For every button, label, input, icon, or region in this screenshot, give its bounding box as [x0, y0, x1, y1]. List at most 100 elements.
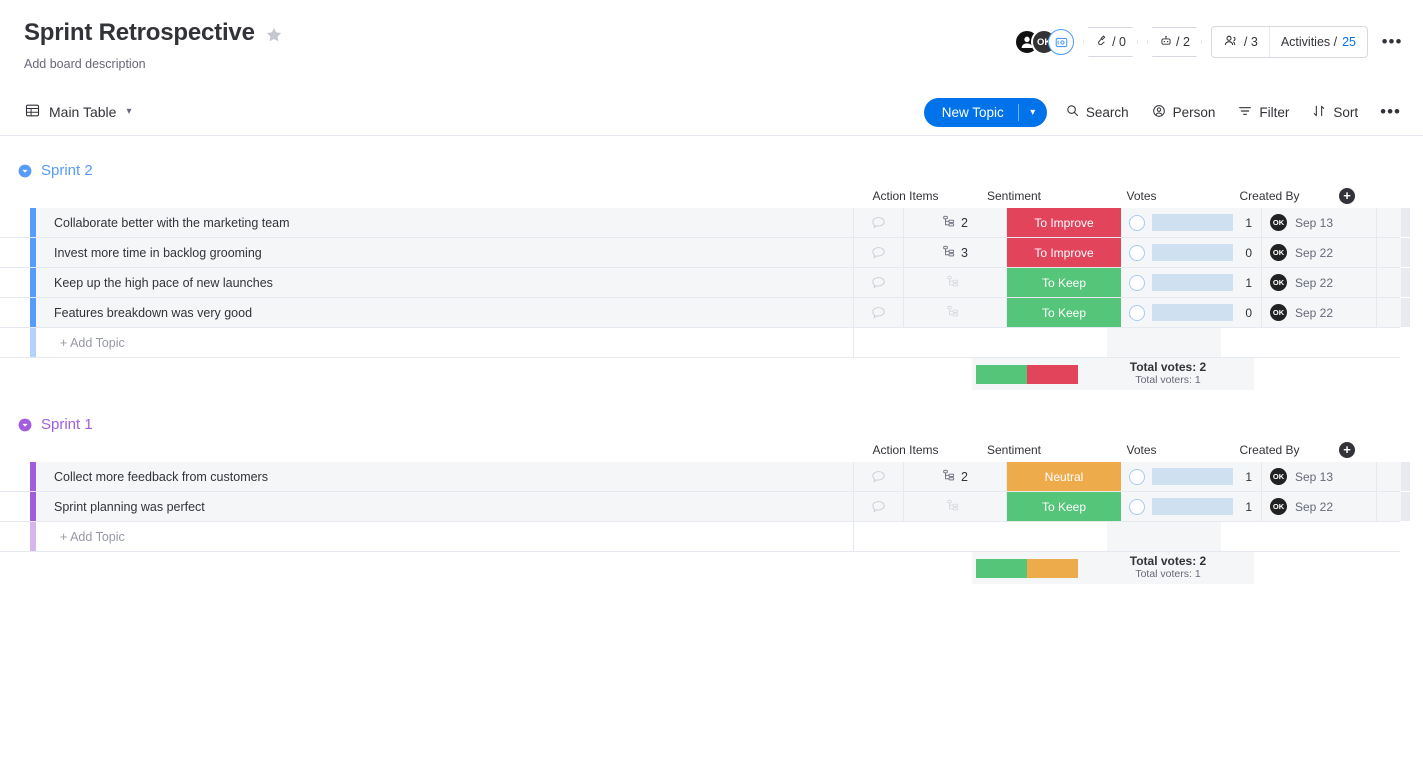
vote-button[interactable]	[1129, 214, 1145, 231]
row-votes-cell[interactable]: 1	[1121, 268, 1262, 297]
row-created-by-cell[interactable]: OK Sep 13	[1262, 208, 1377, 237]
activities-label: Activities /	[1280, 35, 1338, 49]
row-comment-button[interactable]	[854, 298, 904, 327]
row-name-cell[interactable]: Features breakdown was very good	[36, 298, 854, 327]
board-description[interactable]: Add board description	[24, 56, 1399, 72]
row-votes-cell[interactable]: 1	[1121, 492, 1262, 521]
vote-button[interactable]	[1129, 274, 1145, 291]
vote-button[interactable]	[1129, 498, 1145, 515]
row-action-items-cell[interactable]	[904, 298, 1007, 327]
new-topic-chevron-down-icon[interactable]: ▾	[1019, 98, 1047, 127]
avatar-preview-icon[interactable]	[1048, 29, 1075, 55]
star-icon[interactable]	[265, 26, 283, 44]
row-scroll-gutter	[1402, 462, 1410, 491]
row-sentiment-cell[interactable]: To Keep	[1007, 298, 1121, 327]
row-created-by-cell[interactable]: OK Sep 22	[1262, 298, 1377, 327]
row-name-cell[interactable]: Collaborate better with the marketing te…	[36, 208, 854, 237]
table-row[interactable]: Collaborate better with the marketing te…	[0, 208, 1410, 238]
row-name-cell[interactable]: Collect more feedback from customers	[36, 462, 854, 491]
row-comment-button[interactable]	[854, 268, 904, 297]
spacer	[1107, 328, 1221, 357]
row-sentiment-cell[interactable]: To Keep	[1007, 492, 1121, 521]
subitems-icon	[942, 214, 956, 231]
row-created-by-cell[interactable]: OK Sep 22	[1262, 492, 1377, 521]
sort-button[interactable]: Sort	[1307, 99, 1362, 126]
vote-progress-track	[1152, 214, 1233, 231]
integrations-badge[interactable]: / 0	[1083, 27, 1139, 57]
row-votes-cell[interactable]: 0	[1121, 298, 1262, 327]
vote-button[interactable]	[1129, 304, 1145, 321]
new-topic-button[interactable]: New Topic ▾	[923, 97, 1047, 127]
row-votes-cell[interactable]: 1	[1121, 462, 1262, 491]
search-button[interactable]: Search	[1061, 99, 1133, 125]
add-topic-label[interactable]: + Add Topic	[36, 328, 854, 357]
add-topic-row[interactable]: + Add Topic	[0, 328, 1400, 358]
page-title[interactable]: Sprint Retrospective	[24, 18, 255, 48]
row-comment-button[interactable]	[854, 238, 904, 267]
person-filter-button[interactable]: Person	[1147, 99, 1220, 126]
avatar: OK	[1270, 304, 1287, 321]
row-created-by-cell[interactable]: OK Sep 22	[1262, 238, 1377, 267]
view-tab-main-table[interactable]: Main Table ▾	[24, 102, 131, 122]
table-row[interactable]: Features breakdown was very good To Keep 0…	[0, 298, 1410, 328]
add-topic-row[interactable]: + Add Topic	[0, 522, 1400, 552]
row-created-by-cell[interactable]: OK Sep 22	[1262, 268, 1377, 297]
sentiment-summary	[972, 552, 1082, 584]
table-row[interactable]: Sprint planning was perfect To Keep 1 OK Sep…	[0, 492, 1410, 522]
group-table: Action Items Sentiment Votes Created By + Col…	[0, 438, 1410, 584]
filter-button[interactable]: Filter	[1233, 99, 1293, 126]
table-row[interactable]: Collect more feedback from customers 2 Neu…	[0, 462, 1410, 492]
add-topic-label[interactable]: + Add Topic	[36, 522, 854, 551]
row-name-cell[interactable]: Sprint planning was perfect	[36, 492, 854, 521]
avatar-group[interactable]: OK	[1014, 29, 1075, 55]
column-header-created-by[interactable]: Created By	[1212, 189, 1327, 203]
table-row[interactable]: Keep up the high pace of new launches To …	[0, 268, 1410, 298]
pill-group: / 3 Activities / 25	[1210, 26, 1368, 58]
board-members-button[interactable]: / 3	[1212, 27, 1269, 57]
column-header-votes[interactable]: Votes	[1071, 189, 1212, 203]
vote-button[interactable]	[1129, 244, 1145, 261]
row-sentiment-cell[interactable]: To Improve	[1007, 208, 1121, 237]
activities-button[interactable]: Activities / 25	[1268, 27, 1367, 57]
group-header[interactable]: Sprint 1	[0, 412, 1423, 438]
collapse-chevron-icon[interactable]	[18, 164, 32, 178]
row-action-items-cell[interactable]	[904, 268, 1007, 297]
row-created-by-cell[interactable]: OK Sep 13	[1262, 462, 1377, 491]
row-sentiment-cell[interactable]: To Improve	[1007, 238, 1121, 267]
vote-button[interactable]	[1129, 468, 1145, 485]
toolbar-more-menu-button[interactable]: •••	[1376, 102, 1405, 122]
row-action-items-cell[interactable]	[904, 492, 1007, 521]
row-comment-button[interactable]	[854, 492, 904, 521]
row-comment-button[interactable]	[854, 208, 904, 237]
add-column-button[interactable]: +	[1327, 442, 1367, 458]
automations-badge[interactable]: / 2	[1147, 27, 1202, 57]
board-more-menu-button[interactable]: •••	[1379, 29, 1405, 55]
add-column-button[interactable]: +	[1327, 188, 1367, 204]
column-header-action-items[interactable]: Action Items	[854, 189, 957, 203]
group-title[interactable]: Sprint 1	[41, 416, 93, 434]
column-header-sentiment[interactable]: Sentiment	[957, 443, 1071, 457]
collapse-chevron-icon[interactable]	[18, 418, 32, 432]
chevron-down-icon[interactable]: ▾	[126, 106, 131, 117]
board-header: Sprint Retrospective Add board descripti…	[0, 0, 1423, 88]
row-action-items-cell[interactable]: 3	[904, 238, 1007, 267]
row-comment-button[interactable]	[854, 462, 904, 491]
row-name-cell[interactable]: Invest more time in backlog grooming	[36, 238, 854, 267]
row-votes-cell[interactable]: 1	[1121, 208, 1262, 237]
column-header-action-items[interactable]: Action Items	[854, 443, 957, 457]
row-name-cell[interactable]: Keep up the high pace of new launches	[36, 268, 854, 297]
row-accent	[0, 208, 36, 237]
column-header-created-by[interactable]: Created By	[1212, 443, 1327, 457]
integrations-icon	[1095, 34, 1109, 51]
row-action-items-cell[interactable]: 2	[904, 208, 1007, 237]
row-action-items-cell[interactable]: 2	[904, 462, 1007, 491]
column-header-sentiment[interactable]: Sentiment	[957, 189, 1071, 203]
row-sentiment-cell[interactable]: Neutral	[1007, 462, 1121, 491]
group-header[interactable]: Sprint 2	[0, 158, 1423, 184]
vote-progress-track	[1152, 304, 1233, 321]
row-sentiment-cell[interactable]: To Keep	[1007, 268, 1121, 297]
row-votes-cell[interactable]: 0	[1121, 238, 1262, 267]
group-title[interactable]: Sprint 2	[41, 162, 93, 180]
column-header-votes[interactable]: Votes	[1071, 443, 1212, 457]
table-row[interactable]: Invest more time in backlog grooming 3 To …	[0, 238, 1410, 268]
